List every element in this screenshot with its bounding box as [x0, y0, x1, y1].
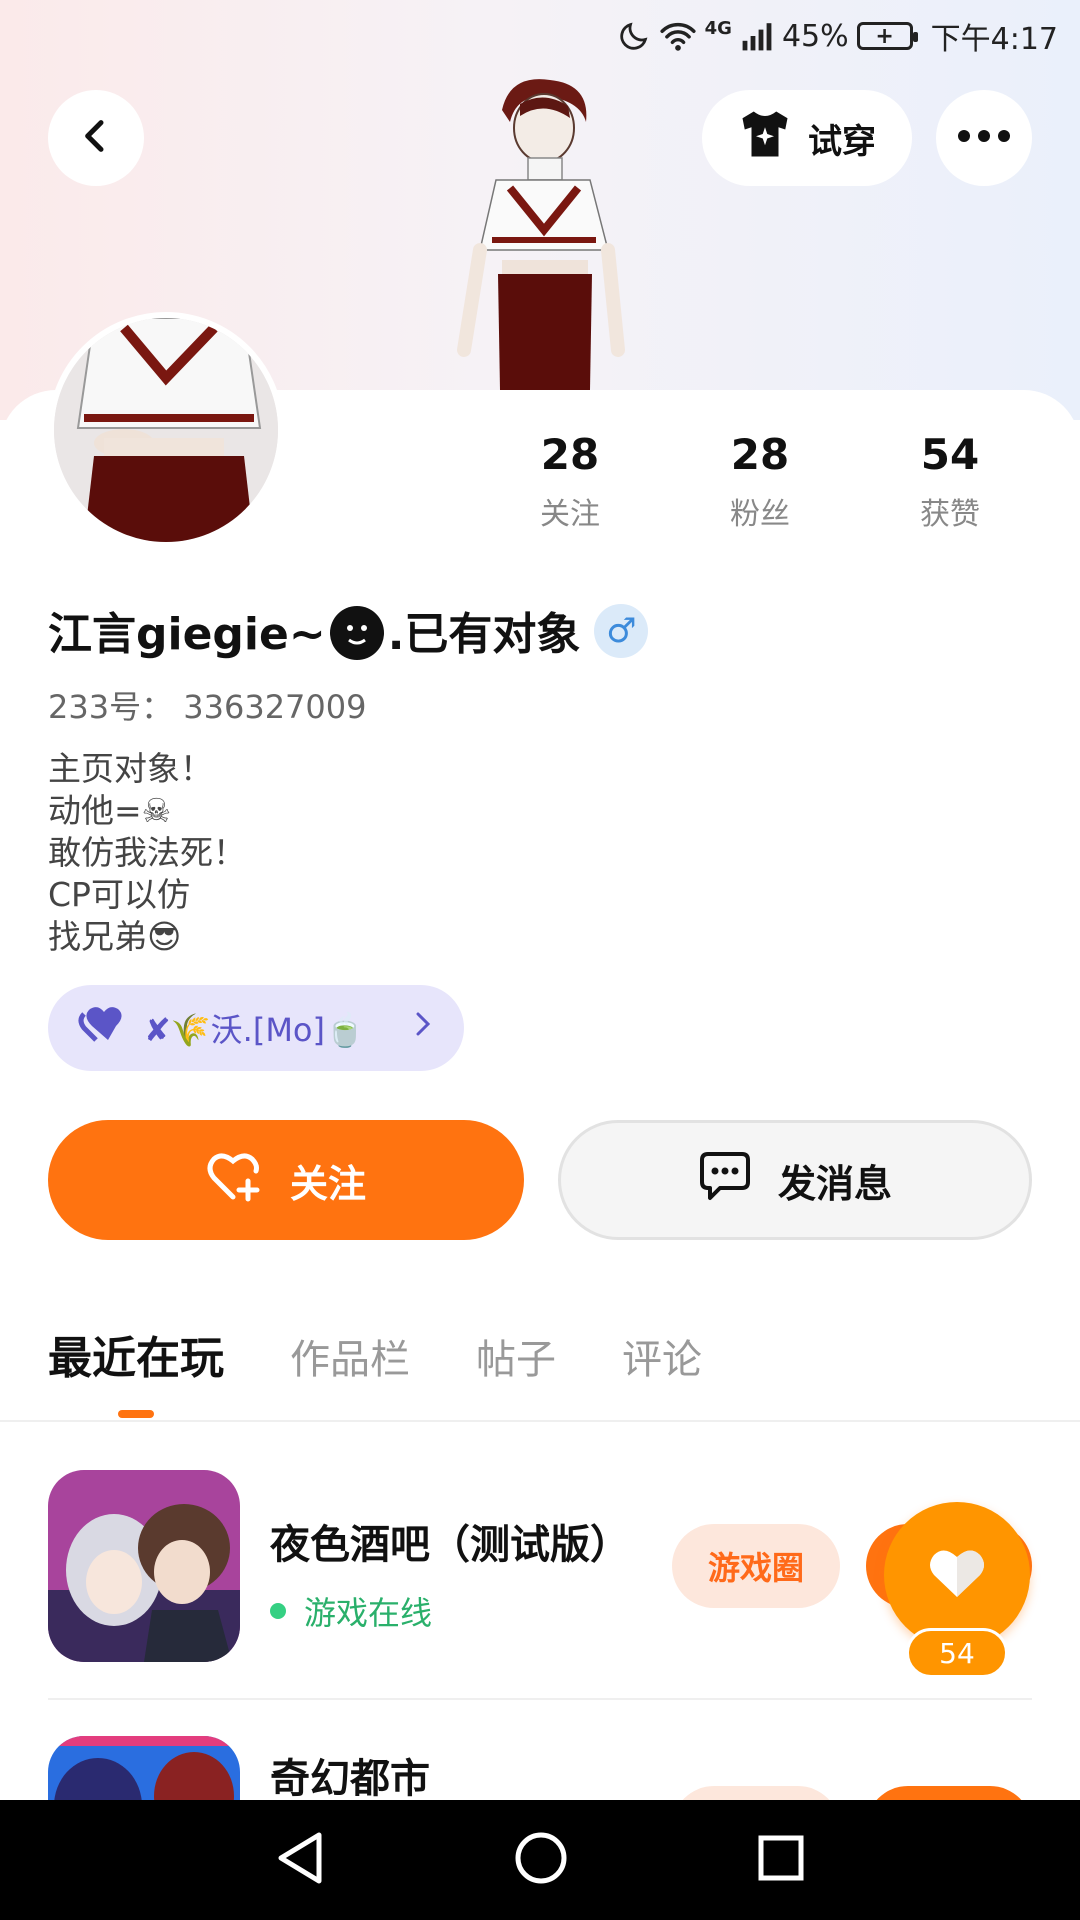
- username-main: 江言giegie~: [48, 609, 326, 660]
- fans-label: 粉丝: [730, 497, 790, 532]
- game-title: 夜色酒吧（测试版）: [270, 1522, 630, 1568]
- try-on-label: 试穿: [808, 121, 876, 162]
- game-icon-night-bar: [48, 1470, 240, 1662]
- couple-tag-chip[interactable]: ✘🌾沃.[Mo]🍵: [48, 985, 464, 1071]
- male-gender-icon: ♂: [594, 604, 649, 658]
- stat-following[interactable]: 28 关注: [480, 430, 660, 533]
- chevron-right-icon: [412, 1009, 434, 1047]
- bio-line: 主页对象！: [48, 749, 213, 788]
- tabs-divider: [0, 1420, 1080, 1422]
- play-button[interactable]: [866, 1786, 1032, 1800]
- bio-line: 敢仿我法死！: [48, 833, 246, 872]
- follow-label: 关注: [289, 1161, 366, 1206]
- list-divider: [48, 1698, 1032, 1700]
- system-navigation-bar: [0, 1800, 1080, 1920]
- game-circle-button[interactable]: [672, 1786, 840, 1800]
- send-message-label: 发消息: [777, 1161, 892, 1206]
- bio-line: CP可以仿: [48, 875, 190, 914]
- like-button[interactable]: [884, 1502, 1030, 1648]
- following-label: 关注: [540, 497, 600, 532]
- bio-line: 动他=☠: [48, 791, 172, 830]
- tab-recently-played[interactable]: 最近在玩: [48, 1322, 224, 1418]
- battery-percent: 45%: [781, 18, 849, 54]
- more-options-button[interactable]: [936, 90, 1032, 186]
- try-on-button[interactable]: 试穿: [702, 90, 912, 186]
- home-circle-icon[interactable]: [514, 1831, 568, 1889]
- heart-icon: [926, 1545, 988, 1605]
- signal-icon: [740, 20, 774, 52]
- likes-label: 获赞: [920, 497, 980, 532]
- list-item[interactable]: 奇幻都市: [48, 1736, 1032, 1800]
- profile-stats: 28 关注 28 粉丝 54 获赞: [480, 430, 1040, 533]
- heart-plus-icon: [206, 1149, 264, 1212]
- game-title: 奇幻都市: [270, 1756, 430, 1800]
- wifi-icon: [659, 19, 697, 53]
- chevron-left-icon: [76, 116, 116, 160]
- tab-works[interactable]: 作品栏: [290, 1327, 410, 1385]
- bio: 主页对象！ 动他=☠ 敢仿我法死！ CP可以仿 找兄弟😎: [48, 748, 246, 958]
- like-count-badge: 54: [906, 1628, 1008, 1678]
- chat-bubble-icon: [698, 1150, 752, 1211]
- tab-posts[interactable]: 帖子: [476, 1327, 556, 1385]
- username-suffix: .已有对象: [387, 609, 581, 660]
- profile-tabs: 最近在玩 作品栏 帖子 评论: [48, 1322, 702, 1418]
- clock-time: 下午4:17: [930, 22, 1058, 57]
- online-dot-icon: [270, 1603, 286, 1619]
- couple-tag-text: ✘🌾沃.[Mo]🍵: [144, 1011, 365, 1049]
- tab-comments[interactable]: 评论: [622, 1327, 702, 1385]
- double-heart-icon: [78, 1004, 128, 1052]
- tshirt-sparkle-icon: [738, 109, 792, 168]
- recents-square-icon[interactable]: [757, 1834, 805, 1886]
- status-bar: 4G 45% + 下午4:17: [617, 14, 1058, 58]
- bio-line: 找兄弟😎: [48, 917, 182, 956]
- username-row: 江言giegie~ .已有对象 ♂: [48, 598, 649, 664]
- following-count: 28: [540, 430, 600, 479]
- username: 江言giegie~ .已有对象: [48, 598, 580, 664]
- battery-icon: +: [856, 22, 918, 50]
- user-id[interactable]: 233号： 336327009: [48, 682, 367, 728]
- avatar[interactable]: [48, 312, 284, 548]
- stat-likes[interactable]: 54 获赞: [860, 430, 1040, 533]
- likes-count: 54: [920, 430, 980, 479]
- moon-icon: [617, 19, 651, 53]
- avatar-character-figure: [440, 70, 640, 390]
- game-icon-fantasy-city: [48, 1736, 240, 1800]
- ellipsis-icon: [956, 128, 1012, 148]
- back-triangle-icon[interactable]: [275, 1831, 325, 1889]
- send-message-button[interactable]: 发消息: [558, 1120, 1032, 1240]
- fans-count: 28: [730, 430, 790, 479]
- stat-fans[interactable]: 28 粉丝: [670, 430, 850, 533]
- online-status-text: 游戏在线: [304, 1594, 433, 1632]
- online-status: 游戏在线: [270, 1588, 432, 1634]
- back-button[interactable]: [48, 90, 144, 186]
- face-emoji-icon: [329, 606, 384, 660]
- follow-button[interactable]: 关注: [48, 1120, 524, 1240]
- network-type: 4G: [704, 18, 732, 39]
- game-circle-button[interactable]: 游戏圈: [672, 1524, 840, 1608]
